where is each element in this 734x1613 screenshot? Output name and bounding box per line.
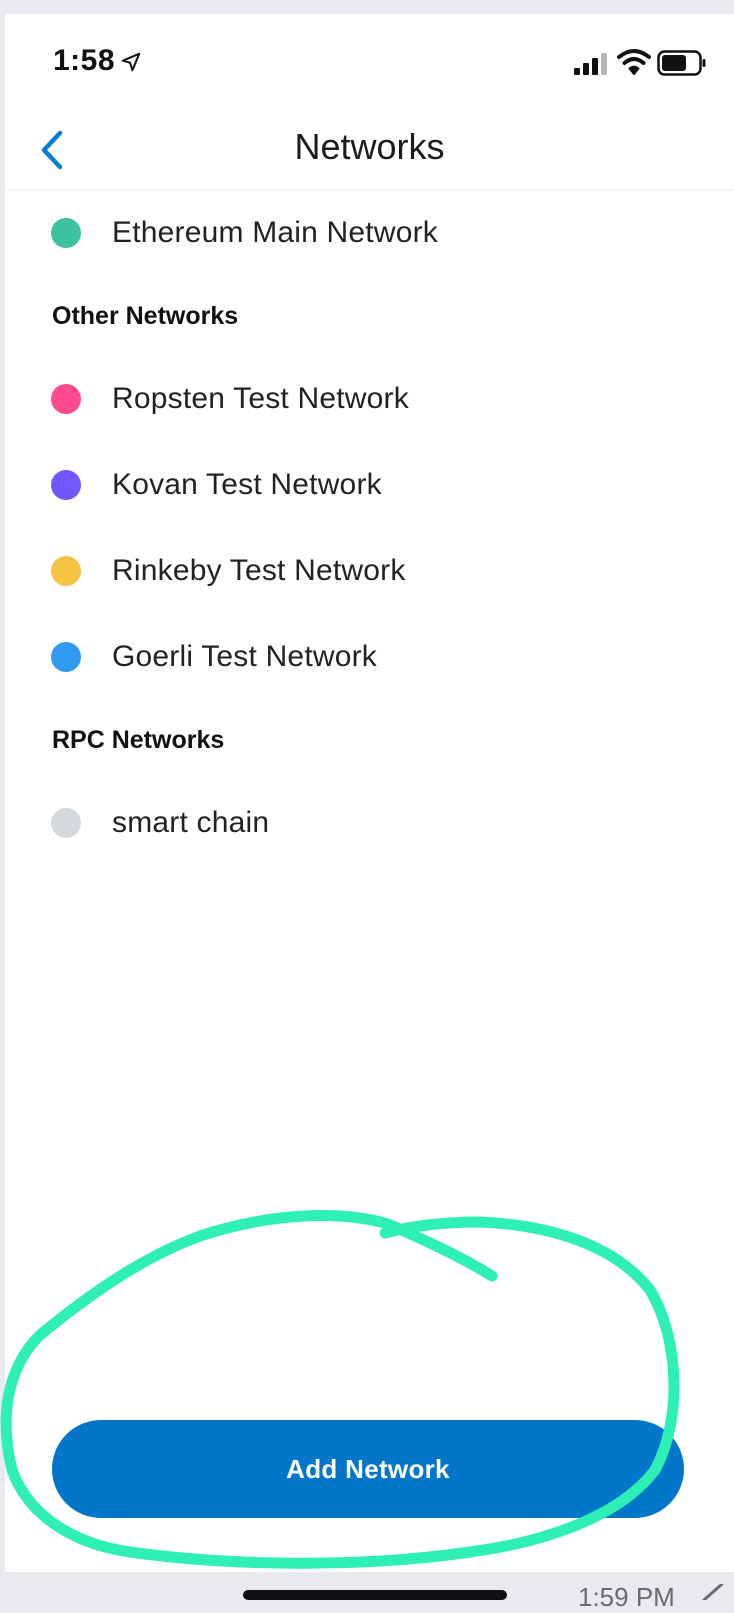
status-bar: 1:58 xyxy=(5,14,734,104)
network-name: Ropsten Test Network xyxy=(112,382,409,415)
location-arrow-icon xyxy=(121,52,141,72)
battery-icon xyxy=(657,50,706,76)
add-network-button[interactable]: Add Network xyxy=(52,1420,684,1518)
network-color-dot xyxy=(51,642,81,672)
page-title: Networks xyxy=(294,126,445,167)
network-color-dot xyxy=(51,218,81,248)
section-header-rpc-networks: RPC Networks xyxy=(52,725,225,754)
network-item-ropsten[interactable]: Ropsten Test Network xyxy=(5,356,734,442)
wifi-icon xyxy=(617,49,651,75)
network-color-dot xyxy=(51,556,81,586)
network-item-kovan[interactable]: Kovan Test Network xyxy=(5,442,734,528)
network-color-dot xyxy=(51,470,81,500)
home-indicator xyxy=(243,1590,507,1600)
network-item-smart-chain[interactable]: smart chain xyxy=(5,780,734,866)
screen: 1:58 Networks Ethereum Main Network Othe… xyxy=(5,14,734,1572)
network-item-ethereum-main[interactable]: Ethereum Main Network xyxy=(5,190,734,276)
network-item-goerli[interactable]: Goerli Test Network xyxy=(5,614,734,700)
network-color-dot xyxy=(51,384,81,414)
navigation-bar: Networks xyxy=(5,110,734,191)
network-name: Goerli Test Network xyxy=(112,640,377,673)
network-name: smart chain xyxy=(112,806,270,839)
network-name: Rinkeby Test Network xyxy=(112,554,406,587)
network-name: Kovan Test Network xyxy=(112,468,382,501)
network-list: Ethereum Main Network Other Networks Rop… xyxy=(5,190,734,866)
cellular-signal-icon xyxy=(574,53,607,75)
network-name: Ethereum Main Network xyxy=(112,216,438,249)
screenshot-timestamp: 1:59 PM xyxy=(578,1582,675,1612)
pencil-icon xyxy=(702,1584,724,1600)
section-header-other-networks: Other Networks xyxy=(52,301,239,330)
network-color-dot xyxy=(51,808,81,838)
status-time: 1:58 xyxy=(53,44,116,77)
network-item-rinkeby[interactable]: Rinkeby Test Network xyxy=(5,528,734,614)
